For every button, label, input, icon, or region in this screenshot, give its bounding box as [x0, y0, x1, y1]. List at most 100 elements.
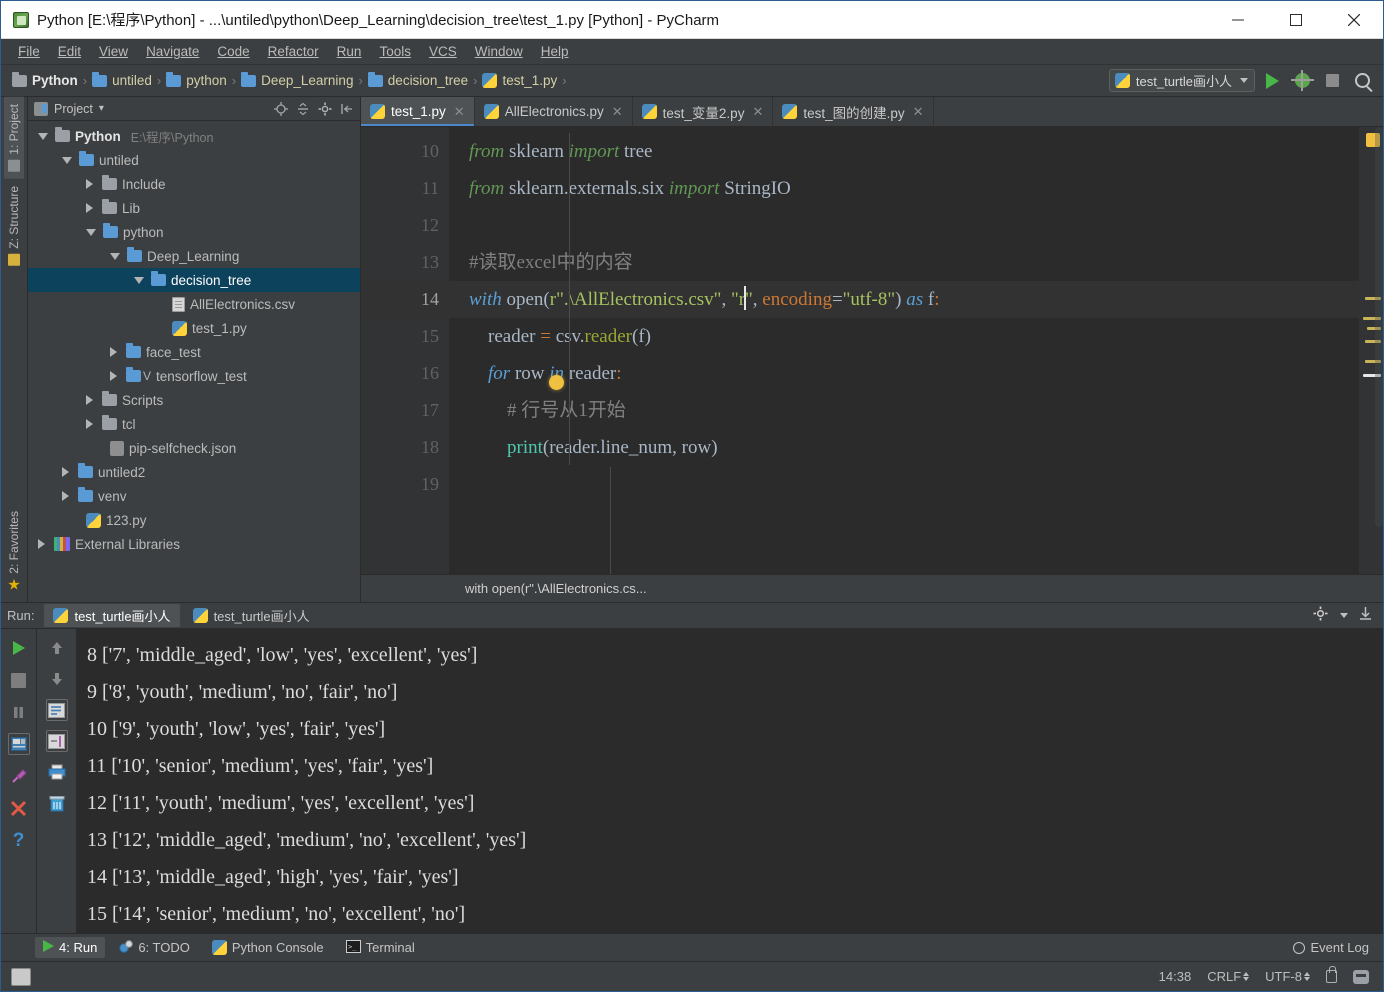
menu-view[interactable]: View [90, 42, 137, 61]
tree-node-lib[interactable]: Lib [28, 196, 360, 220]
close-icon[interactable]: ✕ [913, 104, 924, 120]
bot-icon[interactable] [1353, 969, 1369, 984]
tree-node-allelectronics-csv[interactable]: AllElectronics.csv [28, 292, 360, 316]
tree-node-untiled[interactable]: untiled [28, 148, 360, 172]
tree-node-python[interactable]: Python E:\程序\Python [28, 124, 360, 148]
show-console-button[interactable] [7, 733, 30, 755]
maximize-button[interactable] [1267, 1, 1325, 38]
breadcrumb-untiled[interactable]: untiled [89, 71, 155, 88]
search-everywhere-button[interactable] [1349, 68, 1375, 94]
menu-refactor[interactable]: Refactor [259, 42, 328, 61]
tool-tab-favorites[interactable]: 2: Favorites [4, 504, 24, 598]
breadcrumb-deep-learning[interactable]: Deep_Learning [238, 71, 356, 88]
tree-node-tcl[interactable]: tcl [28, 412, 360, 436]
chevron-down-icon[interactable] [38, 132, 48, 140]
chevron-down-icon[interactable] [86, 228, 96, 236]
pin-button[interactable] [8, 765, 30, 787]
chevron-right-icon[interactable] [86, 203, 95, 213]
tool-tab-structure[interactable]: Z: Structure [4, 179, 24, 273]
intention-bulb-icon[interactable] [549, 375, 564, 390]
menu-code[interactable]: Code [208, 42, 258, 61]
chevron-right-icon[interactable] [110, 347, 119, 357]
tree-node-include[interactable]: Include [28, 172, 360, 196]
project-tree[interactable]: Python E:\程序\Python untiled Include Lib [28, 121, 360, 602]
menu-navigate[interactable]: Navigate [137, 42, 208, 61]
hide-panel-icon[interactable] [340, 102, 354, 116]
close-button[interactable] [1325, 1, 1383, 38]
stop-button[interactable] [1319, 68, 1345, 94]
editor-gutter[interactable]: 10 11 12 13 14 15 16 17 18 19 [361, 127, 449, 574]
tree-node-venv[interactable]: venv [28, 484, 360, 508]
scroll-up-button[interactable] [46, 637, 68, 659]
editor-vertical-scrollbar[interactable] [1375, 127, 1383, 527]
clear-all-button[interactable] [46, 792, 68, 814]
breadcrumb-decision-tree[interactable]: decision_tree [365, 71, 471, 88]
tool-button-todo[interactable]: 6: TODO [111, 937, 198, 959]
tool-button-terminal[interactable]: >_ Terminal [338, 937, 423, 959]
editor-marker-gutter[interactable] [1359, 127, 1383, 574]
close-icon[interactable]: ✕ [752, 104, 763, 120]
chevron-down-icon[interactable]: ▾ [99, 103, 104, 114]
collapse-all-icon[interactable] [296, 102, 310, 116]
chevron-down-icon[interactable] [1340, 613, 1348, 618]
chevron-down-icon[interactable] [62, 156, 72, 164]
tree-node-untiled2[interactable]: untiled2 [28, 460, 360, 484]
tree-node-123-py[interactable]: 123.py [28, 508, 360, 532]
pause-button[interactable] [8, 701, 30, 723]
stop-button[interactable] [8, 669, 30, 691]
run-configuration-selector[interactable]: test_turtle画小人 [1108, 69, 1255, 92]
tree-node-tensorflow-test[interactable]: V tensorflow_test [28, 364, 360, 388]
editor-tab-test-bianliang2[interactable]: test_变量2.py ✕ [633, 97, 774, 126]
debug-button[interactable] [1289, 68, 1315, 94]
breadcrumb-test-1-py[interactable]: test_1.py [479, 73, 560, 88]
gear-icon[interactable] [1313, 606, 1328, 626]
close-icon[interactable]: ✕ [454, 104, 465, 120]
menu-file[interactable]: File [9, 42, 49, 61]
menu-vcs[interactable]: VCS [420, 42, 466, 61]
tool-button-python-console[interactable]: Python Console [204, 937, 332, 958]
tree-node-python-dir[interactable]: python [28, 220, 360, 244]
soft-wrap-button[interactable] [45, 699, 68, 721]
print-button[interactable] [46, 761, 68, 783]
scroll-from-source-icon[interactable] [274, 101, 288, 116]
menu-tools[interactable]: Tools [370, 42, 420, 61]
chevron-right-icon[interactable] [38, 539, 47, 549]
breadcrumb-python[interactable]: Python [9, 71, 81, 88]
memory-indicator[interactable] [11, 967, 31, 986]
line-separator-selector[interactable]: CRLF [1207, 969, 1250, 984]
help-button[interactable]: ? [8, 829, 30, 851]
gear-icon[interactable] [318, 102, 332, 116]
rerun-button[interactable] [8, 637, 30, 659]
code-text-area[interactable]: from sklearn import tree from sklearn.ex… [449, 127, 1359, 574]
chevron-right-icon[interactable] [110, 371, 119, 381]
scroll-to-end-button[interactable] [45, 730, 68, 752]
event-log-button[interactable]: Event Log [1293, 940, 1369, 955]
close-button[interactable] [8, 797, 30, 819]
chevron-right-icon[interactable] [62, 491, 71, 501]
menu-window[interactable]: Window [466, 42, 532, 61]
tree-node-external-libraries[interactable]: External Libraries [28, 532, 360, 556]
chevron-down-icon[interactable] [134, 276, 144, 284]
code-editor[interactable]: 10 11 12 13 14 15 16 17 18 19 from sklea… [361, 127, 1383, 574]
console-output[interactable]: 8 ['7', 'middle_aged', 'low', 'yes', 'ex… [77, 629, 1383, 933]
minimize-button[interactable] [1209, 1, 1267, 38]
encoding-selector[interactable]: UTF-8 [1265, 969, 1310, 984]
chevron-right-icon[interactable] [86, 395, 95, 405]
hide-panel-icon[interactable] [1358, 606, 1373, 626]
tree-node-test-1-py[interactable]: test_1.py [28, 316, 360, 340]
lock-icon[interactable] [1326, 966, 1337, 983]
chevron-down-icon[interactable] [110, 252, 120, 260]
close-icon[interactable]: ✕ [612, 104, 623, 120]
menu-help[interactable]: Help [532, 42, 578, 61]
scroll-down-button[interactable] [46, 668, 68, 690]
menu-edit[interactable]: Edit [49, 42, 90, 61]
editor-structure-breadcrumb[interactable]: with open(r".\AllElectronics.cs... [361, 574, 1383, 602]
tree-node-pip-selfcheck-json[interactable]: pip-selfcheck.json [28, 436, 360, 460]
menu-run[interactable]: Run [328, 42, 371, 61]
tree-node-decision-tree[interactable]: decision_tree [28, 268, 360, 292]
breadcrumb-python-dir[interactable]: python [163, 71, 230, 88]
tool-button-run[interactable]: 4: Run [35, 937, 106, 958]
run-button[interactable] [1259, 68, 1285, 94]
chevron-right-icon[interactable] [86, 179, 95, 189]
run-tab-0[interactable]: test_turtle画小人 [44, 604, 180, 627]
